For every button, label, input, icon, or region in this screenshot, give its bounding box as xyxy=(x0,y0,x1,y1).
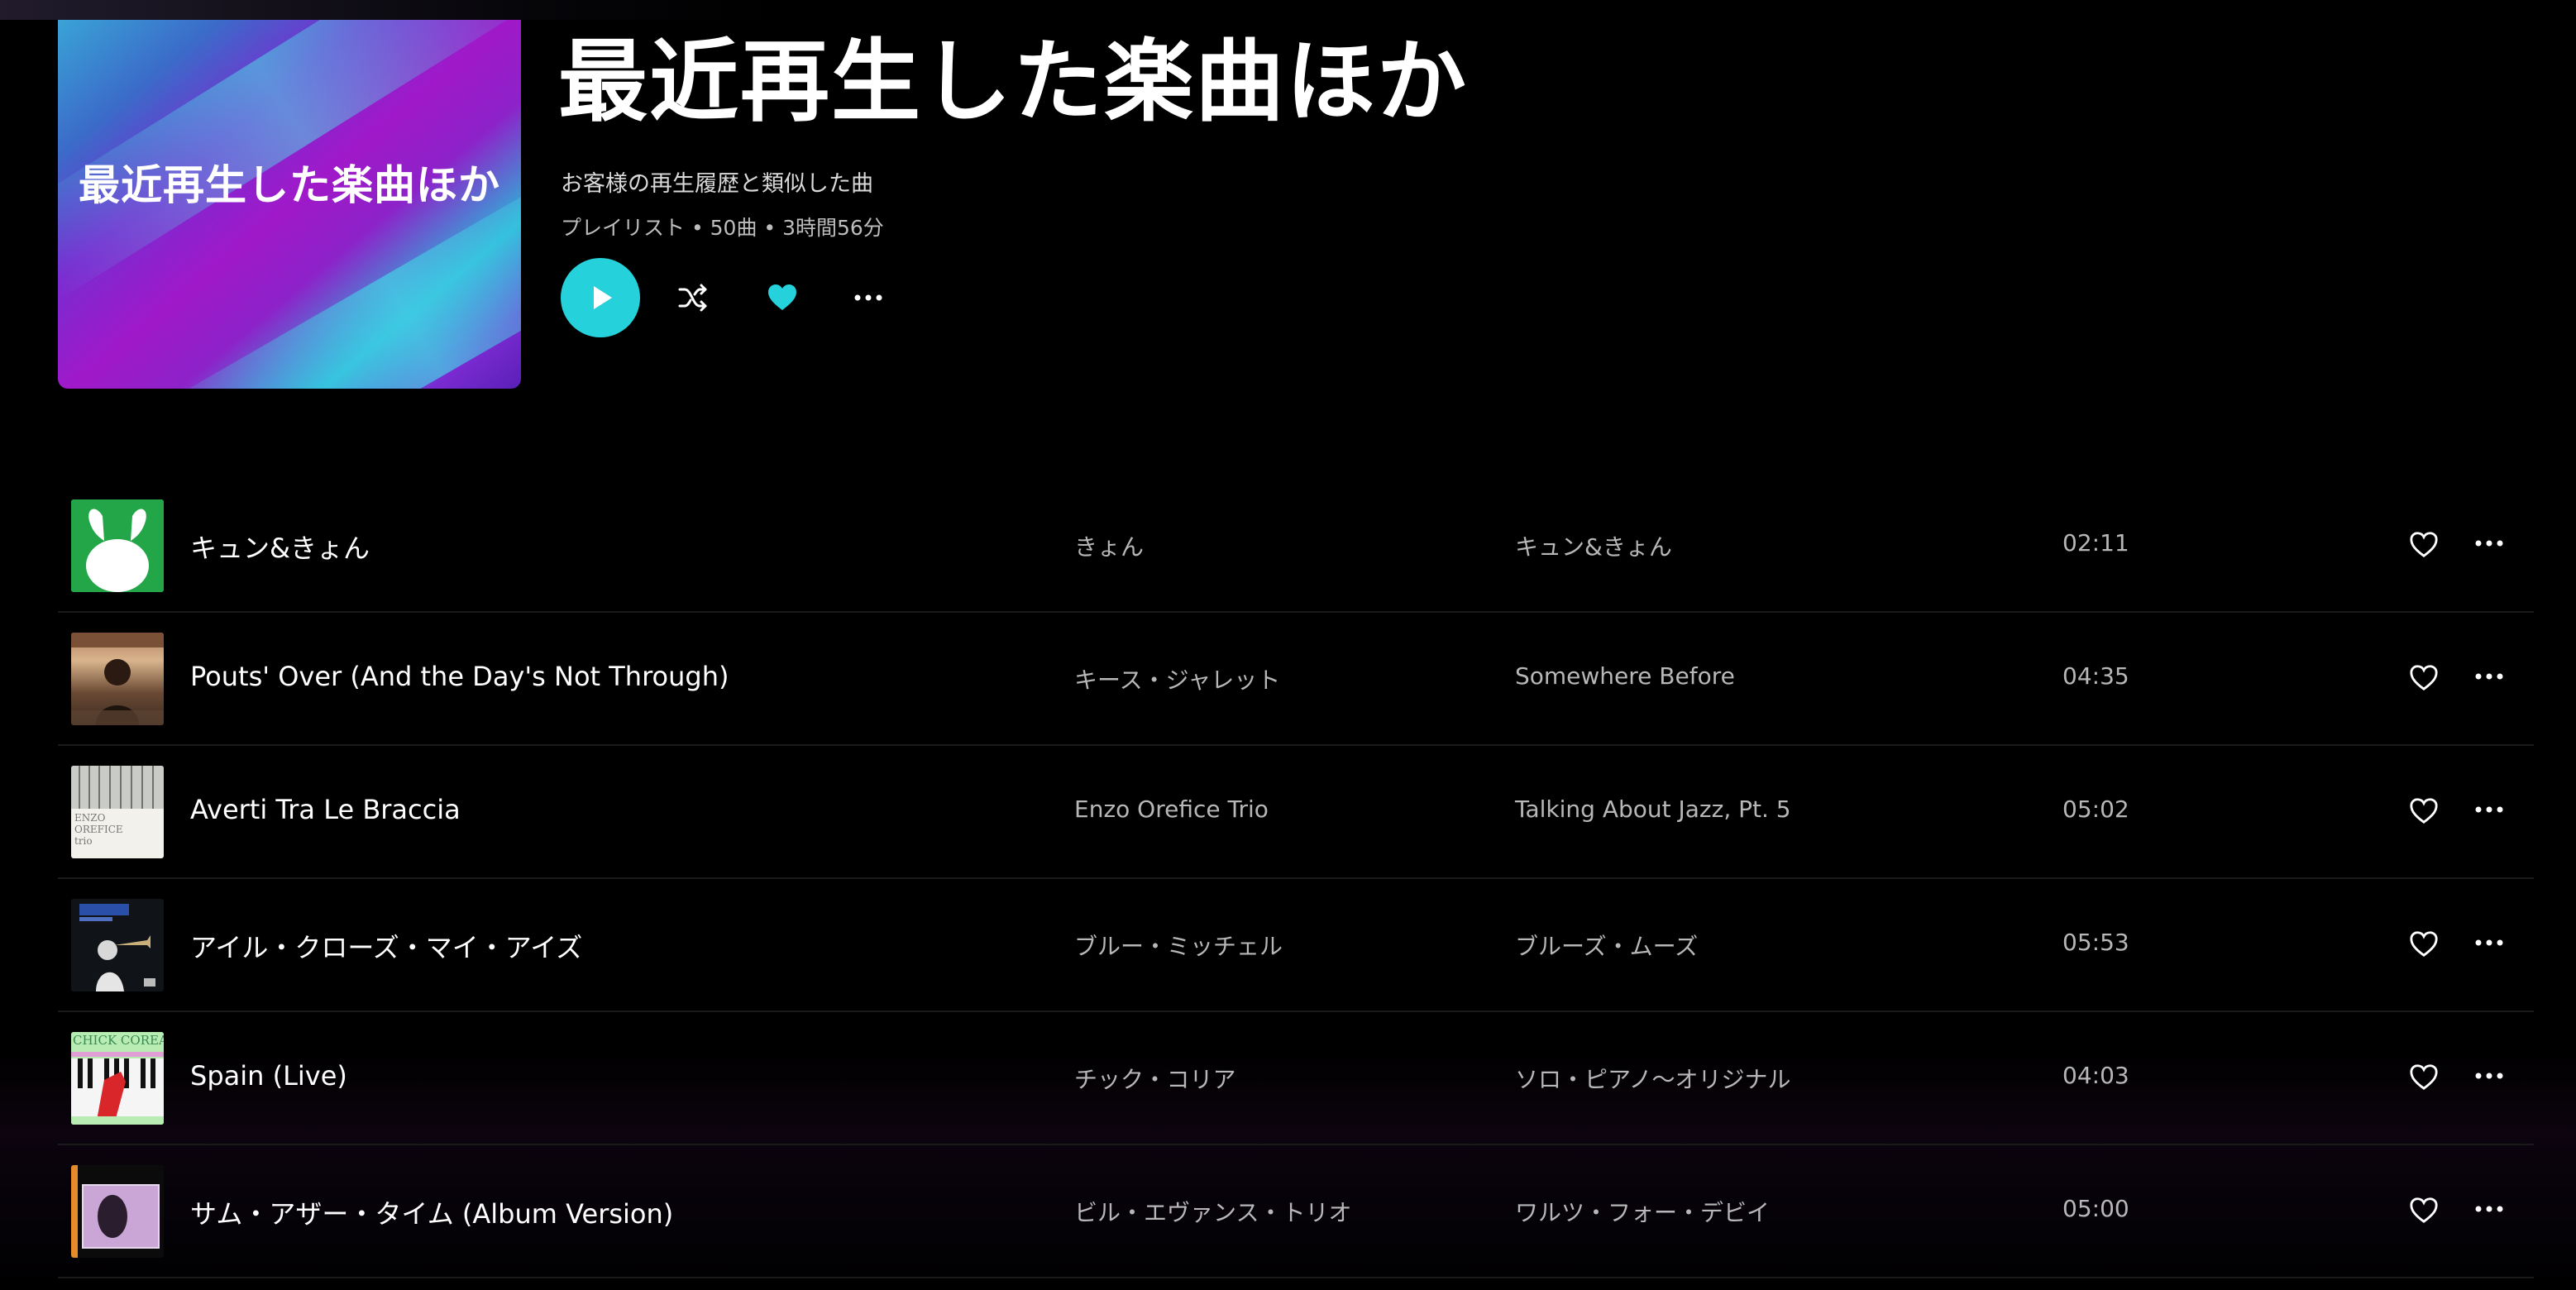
more-horizontal-icon[interactable] xyxy=(2473,531,2506,556)
heart-outline-icon[interactable] xyxy=(2408,662,2440,692)
track-row[interactable]: アイル・クローズ・マイ・アイズ ブルー・ミッチェル ブルーズ・ムーズ 05:53 xyxy=(58,879,2534,1012)
track-row[interactable]: サム・アザー・タイム (Album Version) ビル・エヴァンス・トリオ … xyxy=(58,1145,2534,1278)
album-art-text: ENZO OREFICE trio xyxy=(74,812,123,847)
more-horizontal-icon[interactable] xyxy=(2473,664,2506,689)
track-row[interactable]: キュン&きょん きょん キュン&きょん 02:11 xyxy=(58,480,2534,613)
track-duration: 04:03 xyxy=(2062,1062,2129,1089)
play-icon xyxy=(594,286,612,309)
track-album[interactable]: ソロ・ピアノ〜オリジナル xyxy=(1515,1062,1790,1095)
heart-outline-icon[interactable] xyxy=(2408,529,2440,559)
track-title[interactable]: Averti Tra Le Braccia xyxy=(190,794,461,825)
track-title[interactable]: Spain (Live) xyxy=(190,1060,347,1092)
album-art xyxy=(71,899,164,991)
track-title[interactable]: アイル・クローズ・マイ・アイズ xyxy=(190,927,582,965)
track-album[interactable]: Talking About Jazz, Pt. 5 xyxy=(1515,796,1791,823)
page-title: 最近再生した楽曲ほか xyxy=(558,31,1469,134)
track-album[interactable]: Somewhere Before xyxy=(1515,662,1735,690)
track-title[interactable]: キュン&きょん xyxy=(190,528,370,566)
track-duration: 05:00 xyxy=(2062,1195,2129,1222)
track-artist[interactable]: Enzo Orefice Trio xyxy=(1074,796,1269,823)
album-art xyxy=(71,499,164,592)
track-title[interactable]: サム・アザー・タイム (Album Version) xyxy=(190,1193,673,1231)
more-horizontal-icon[interactable] xyxy=(2473,1063,2506,1088)
album-art xyxy=(71,1165,164,1258)
playlist-subtitle: お客様の再生履歴と類似した曲 xyxy=(561,171,873,197)
play-button[interactable] xyxy=(561,258,640,337)
trumpet-art xyxy=(71,899,164,991)
track-artist[interactable]: チック・コリア xyxy=(1074,1062,1235,1095)
bunny-art xyxy=(71,499,164,592)
track-row[interactable]: CHICK COREA Spain (Live) チック・コリア ソロ・ピアノ〜… xyxy=(58,1012,2534,1145)
heart-outline-icon[interactable] xyxy=(2408,929,2440,958)
track-row[interactable]: ENZO OREFICE trio Averti Tra Le Braccia … xyxy=(58,746,2534,879)
heart-outline-icon[interactable] xyxy=(2408,1195,2440,1225)
portrait-art xyxy=(71,1165,164,1258)
album-art: ENZO OREFICE trio xyxy=(71,766,164,858)
heart-outline-icon[interactable] xyxy=(2408,796,2440,825)
track-artist[interactable]: ブルー・ミッチェル xyxy=(1074,929,1283,962)
more-horizontal-icon[interactable] xyxy=(852,281,885,314)
playlist-meta: プレイリスト • 50曲 • 3時間56分 xyxy=(561,216,884,240)
shuffle-icon[interactable] xyxy=(676,281,710,314)
track-duration: 04:35 xyxy=(2062,662,2129,690)
track-duration: 05:53 xyxy=(2062,929,2129,956)
album-art xyxy=(71,633,164,725)
album-art: CHICK COREA xyxy=(71,1032,164,1125)
more-horizontal-icon[interactable] xyxy=(2473,930,2506,955)
track-row[interactable]: Pouts' Over (And the Day's Not Through) … xyxy=(58,613,2534,746)
album-art-text: CHICK COREA xyxy=(73,1033,164,1048)
track-artist[interactable]: ビル・エヴァンス・トリオ xyxy=(1074,1195,1351,1228)
track-duration: 02:11 xyxy=(2062,529,2129,557)
track-duration: 05:02 xyxy=(2062,796,2129,823)
track-album[interactable]: キュン&きょん xyxy=(1515,529,1672,562)
track-album[interactable]: ワルツ・フォー・デビイ xyxy=(1515,1195,1770,1228)
heart-filled-icon[interactable] xyxy=(766,281,799,314)
playlist-cover[interactable]: 最近再生した楽曲ほか xyxy=(58,20,521,389)
top-glow xyxy=(0,0,794,20)
more-horizontal-icon[interactable] xyxy=(2473,1197,2506,1221)
track-list: キュン&きょん きょん キュン&きょん 02:11 Pouts' Over (A… xyxy=(58,480,2534,1278)
more-horizontal-icon[interactable] xyxy=(2473,797,2506,822)
track-artist[interactable]: きょん xyxy=(1074,529,1144,562)
portrait-art xyxy=(71,633,164,725)
track-album[interactable]: ブルーズ・ムーズ xyxy=(1515,929,1698,962)
heart-outline-icon[interactable] xyxy=(2408,1062,2440,1092)
track-artist[interactable]: キース・ジャレット xyxy=(1074,662,1280,695)
cover-text: 最近再生した楽曲ほか xyxy=(79,161,500,209)
track-title[interactable]: Pouts' Over (And the Day's Not Through) xyxy=(190,661,729,692)
